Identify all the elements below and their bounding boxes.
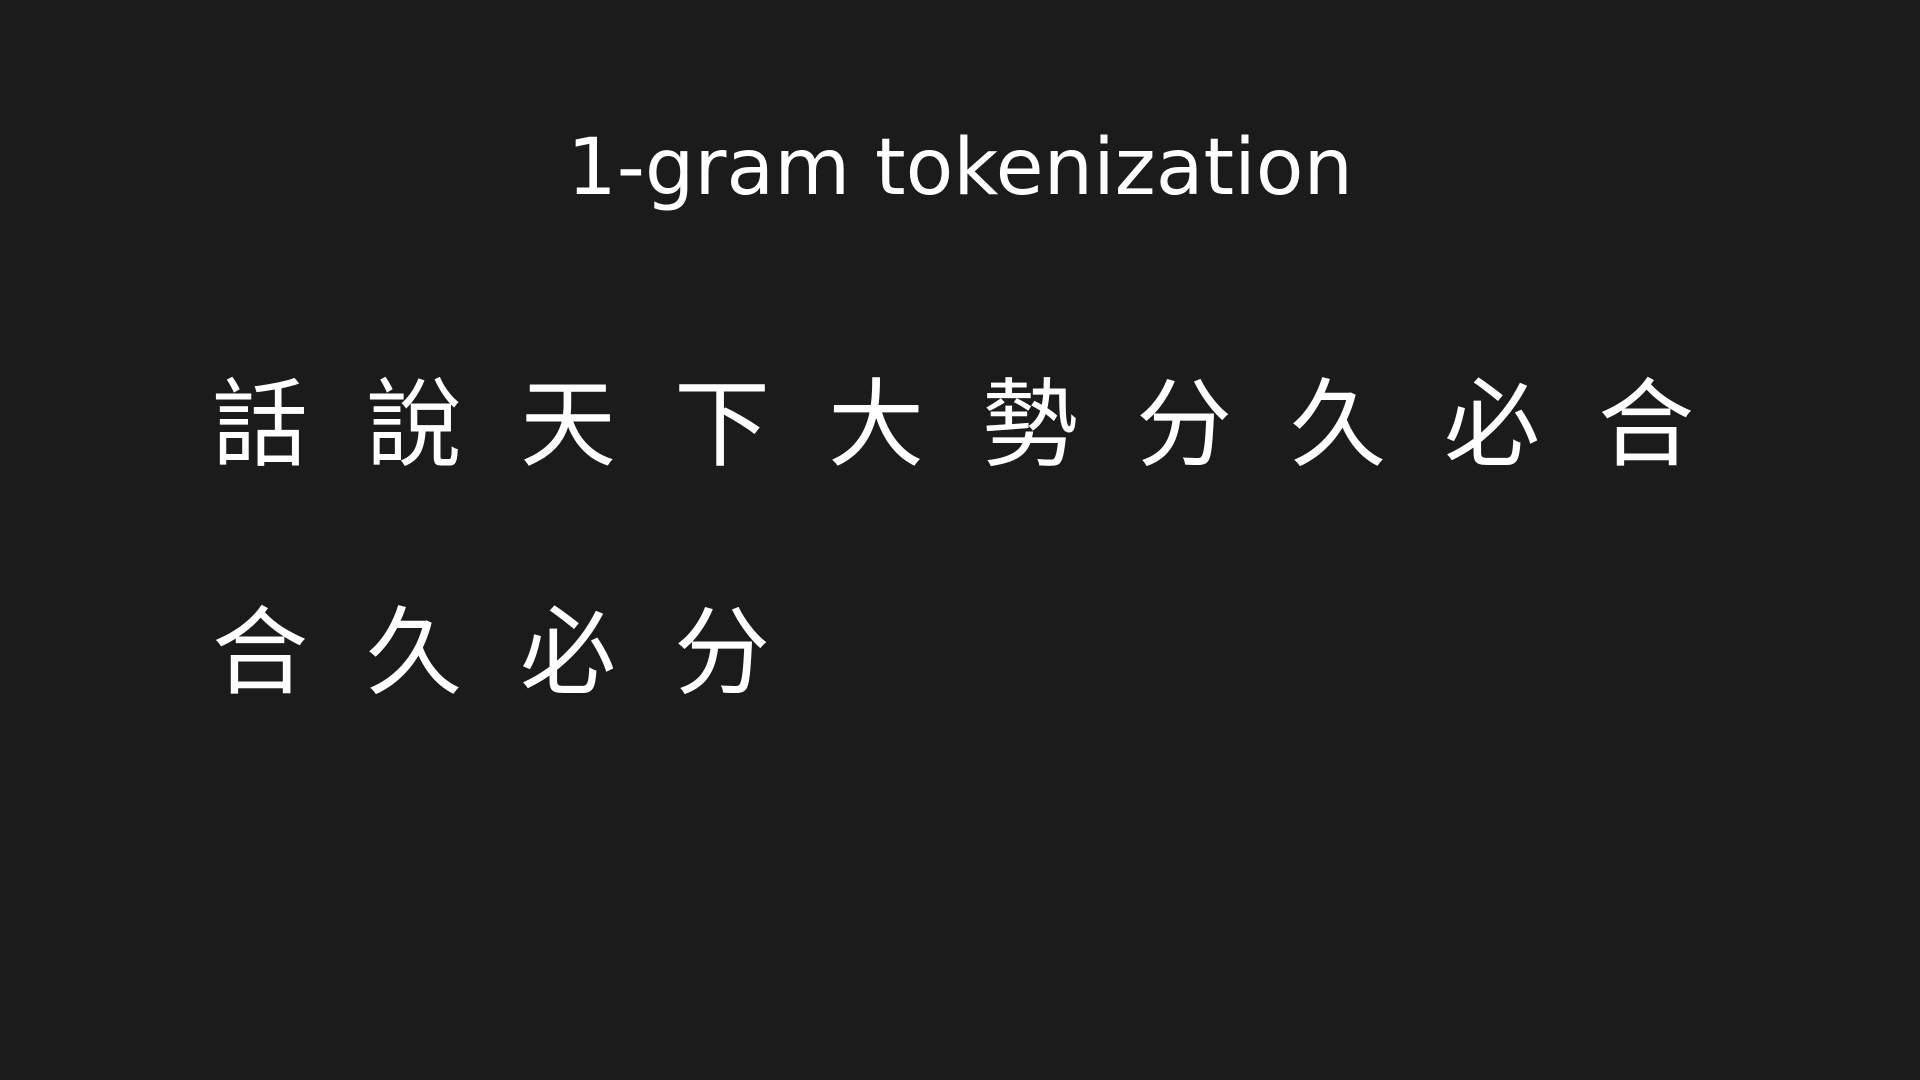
slide: 1-gram tokenization 話 說 天 下 大 勢 分 久 必 合 … — [0, 0, 1920, 1080]
slide-title: 1-gram tokenization — [567, 123, 1353, 213]
token: 說 — [366, 369, 462, 481]
token: 話 — [212, 369, 308, 481]
token: 勢 — [982, 369, 1078, 481]
token: 大 — [828, 369, 924, 481]
token: 下 — [674, 369, 770, 481]
token: 久 — [366, 597, 462, 709]
token-row-1: 話 說 天 下 大 勢 分 久 必 合 — [210, 370, 1770, 480]
token: 天 — [520, 369, 616, 481]
token: 久 — [1290, 369, 1386, 481]
token-row-2: 合 久 必 分 — [210, 598, 1770, 708]
token: 合 — [1598, 369, 1694, 481]
token: 必 — [1444, 369, 1540, 481]
token: 必 — [520, 597, 616, 709]
token: 合 — [212, 597, 308, 709]
token: 分 — [674, 597, 770, 709]
token: 分 — [1136, 369, 1232, 481]
